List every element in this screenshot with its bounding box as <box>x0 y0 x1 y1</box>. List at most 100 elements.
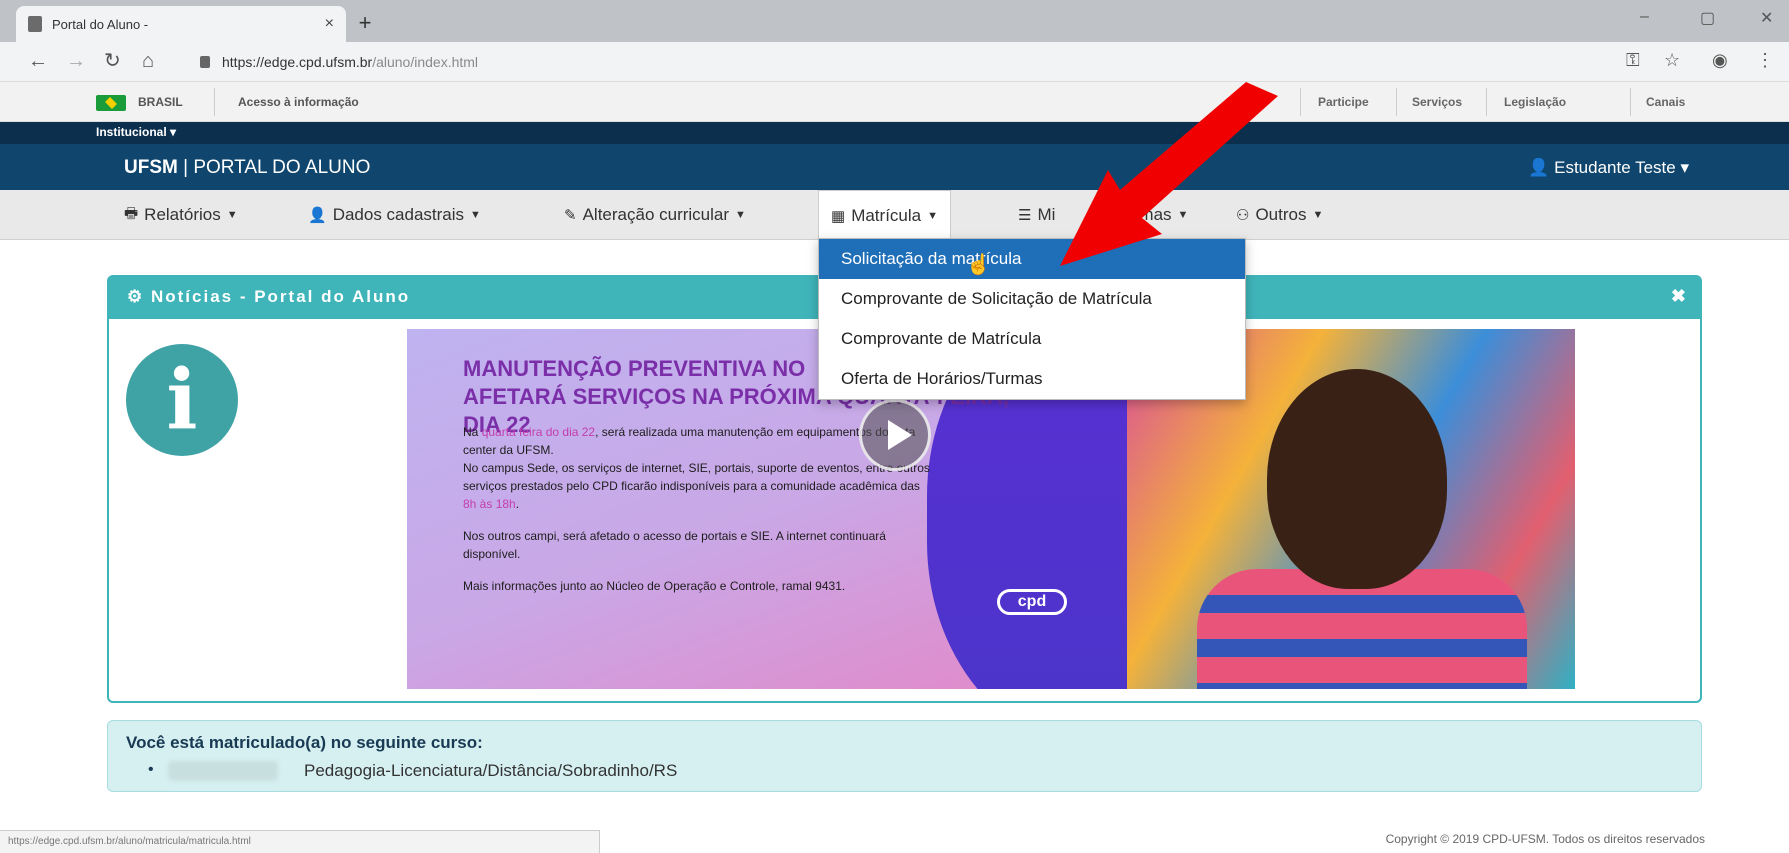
user-icon: 👤 <box>308 207 327 224</box>
window-close-button[interactable]: ✕ <box>1760 8 1773 28</box>
news-title-text: Notícias - Portal do Aluno <box>150 287 411 306</box>
brazil-flag-icon <box>96 95 126 111</box>
list-icon: ☰ <box>1018 207 1032 224</box>
favicon-icon <box>28 16 42 32</box>
brand-bold: UFSM <box>124 157 178 178</box>
matricula-dropdown: Solicitação da matrícula Comprovante de … <box>818 238 1246 400</box>
user-name: Estudante Teste ▾ <box>1554 158 1689 177</box>
divider <box>1396 88 1397 116</box>
browser-tab[interactable]: Portal do Aluno - × <box>16 6 346 42</box>
menu-label-tail: mas <box>1139 205 1172 224</box>
url-path: /aluno/index.html <box>372 54 479 70</box>
gov-link-canais[interactable]: Canais <box>1646 95 1685 109</box>
menu-label: Relatórios <box>144 205 221 224</box>
new-tab-button[interactable]: + <box>352 10 378 36</box>
caret-down-icon: ▼ <box>226 209 238 221</box>
caret-down-icon: ▼ <box>1177 209 1189 221</box>
key-icon[interactable]: ⚿ <box>1626 50 1640 71</box>
browser-toolbar: ← → ↻ ⌂ https://edge.cpd.ufsm.br /aluno/… <box>0 42 1789 82</box>
divider <box>1300 88 1301 116</box>
back-icon[interactable]: ← <box>28 50 48 72</box>
dropdown-item-comprovante-solicitacao[interactable]: Comprovante de Solicitação de Matrícula <box>819 279 1245 319</box>
divider <box>1486 88 1487 116</box>
caret-down-icon: ▼ <box>1312 209 1324 221</box>
banner-highlight: quarta feira do dia 22 <box>481 425 596 439</box>
star-icon[interactable]: ☆ <box>1664 50 1680 71</box>
hand-cursor-icon: ☝ <box>966 254 991 276</box>
dropdown-item-solicitacao[interactable]: Solicitação da matrícula <box>819 239 1245 279</box>
reload-icon[interactable]: ↻ <box>104 50 121 72</box>
table-icon: ▦ <box>831 207 846 225</box>
status-url: https://edge.cpd.ufsm.br/aluno/matricula… <box>8 836 251 847</box>
play-button-icon[interactable] <box>859 399 931 471</box>
settings-icon: ⚙ <box>127 287 151 306</box>
banner-text: . <box>515 497 520 511</box>
dropdown-item-comprovante-matricula[interactable]: Comprovante de Matrícula <box>819 319 1245 359</box>
forward-icon[interactable]: → <box>66 50 86 72</box>
divider <box>1630 88 1631 116</box>
user-menu[interactable]: 👤 Estudante Teste ▾ <box>1528 158 1689 178</box>
gov-link-servicos[interactable]: Serviços <box>1412 95 1462 109</box>
page-root: Portal do Aluno - × + – ▢ ✕ ← → ↻ ⌂ http… <box>0 0 1789 853</box>
menu-icon[interactable]: ⋮ <box>1756 50 1774 71</box>
menu-matricula[interactable]: ▦ Matrícula ▼ <box>818 190 951 240</box>
tab-close-icon[interactable]: × <box>325 15 334 33</box>
address-bar[interactable]: https://edge.cpd.ufsm.br /aluno/index.ht… <box>200 48 1640 76</box>
menu-minhas-turmas[interactable]: ☰ Mi mas ▼ <box>1006 190 1200 240</box>
course-label: Você está matriculado(a) no seguinte cur… <box>126 733 483 752</box>
gov-bar: BRASIL Acesso à informação Participe Ser… <box>0 82 1789 122</box>
menu-alteracao-curricular[interactable]: ✎ Alteração curricular ▼ <box>552 190 758 240</box>
info-icon: i <box>126 344 238 456</box>
profile-icon[interactable]: ◉ <box>1712 50 1728 71</box>
menu-label: Mi <box>1037 205 1056 224</box>
course-info: Você está matriculado(a) no seguinte cur… <box>107 720 1702 792</box>
bullet: • <box>148 761 154 778</box>
banner-text: No campus Sede, os serviços de internet,… <box>463 461 930 493</box>
dropdown-item-oferta-horarios[interactable]: Oferta de Horários/Turmas <box>819 359 1245 399</box>
edit-icon: ✎ <box>564 207 577 224</box>
close-icon[interactable]: ✖ <box>1671 286 1686 307</box>
caret-down-icon: ▼ <box>470 209 481 221</box>
portal-brand[interactable]: UFSM | PORTAL DO ALUNO <box>124 157 370 179</box>
banner-person-face <box>1267 369 1447 589</box>
menu-label: Alteração curricular <box>582 205 730 224</box>
cpd-logo: cpd <box>997 589 1067 615</box>
caret-down-icon: ▼ <box>735 209 746 221</box>
printer-icon: 🖶 <box>124 204 139 222</box>
home-icon[interactable]: ⌂ <box>142 50 154 72</box>
gov-brasil-link[interactable]: BRASIL <box>138 95 183 109</box>
main-menu: 🖶 Relatórios ▼ 👤 Dados cadastrais ▼ ✎ Al… <box>0 190 1789 240</box>
window-minimize-button[interactable]: – <box>1640 8 1649 26</box>
tab-title: Portal do Aluno - <box>52 16 149 32</box>
info-glyph: i <box>166 352 198 448</box>
browser-status-bar: https://edge.cpd.ufsm.br/aluno/matricula… <box>0 830 600 853</box>
gov-link-participe[interactable]: Participe <box>1318 95 1369 109</box>
menu-label: Dados cadastrais <box>332 205 465 224</box>
gov-link-legislacao[interactable]: Legislação <box>1504 95 1566 109</box>
redacted-code <box>168 761 278 781</box>
gov-acesso-link[interactable]: Acesso à informação <box>238 95 359 109</box>
window-maximize-button[interactable]: ▢ <box>1700 8 1715 28</box>
cpd-logo-text: cpd <box>1017 593 1047 610</box>
banner-paragraph-3: Nos outros campi, será afetado o acesso … <box>463 529 886 561</box>
caret-down-icon: ▼ <box>927 209 938 222</box>
menu-dados-cadastrais[interactable]: 👤 Dados cadastrais ▼ <box>296 190 493 240</box>
brand-rest: | PORTAL DO ALUNO <box>177 157 371 178</box>
banner-paragraph-4: Mais informações junto ao Núcleo de Oper… <box>463 579 846 593</box>
institutional-menu[interactable]: Institucional ▾ <box>96 125 176 139</box>
browser-tabstrip: Portal do Aluno - × + – ▢ ✕ <box>0 0 1789 42</box>
copyright: Copyright © 2019 CPD-UFSM. Todos os dire… <box>1385 832 1705 846</box>
url-host: https://edge.cpd.ufsm.br <box>222 54 373 70</box>
portal-header: UFSM | PORTAL DO ALUNO 👤 Estudante Teste… <box>0 144 1789 190</box>
user-icon: 👤 <box>1528 158 1555 177</box>
course-name: Pedagogia-Licenciatura/Distância/Sobradi… <box>304 761 678 780</box>
menu-label: Outros <box>1255 205 1307 224</box>
menu-relatorios[interactable]: 🖶 Relatórios ▼ <box>112 190 250 240</box>
news-title: ⚙ Notícias - Portal do Aluno <box>127 287 410 307</box>
divider <box>214 88 215 116</box>
menu-label: Matrícula <box>851 205 922 225</box>
banner-text: Na <box>463 425 482 439</box>
sitemap-icon: ⚇ <box>1236 207 1250 224</box>
menu-outros[interactable]: ⚇ Outros ▼ <box>1224 190 1335 240</box>
lock-icon <box>200 56 210 68</box>
